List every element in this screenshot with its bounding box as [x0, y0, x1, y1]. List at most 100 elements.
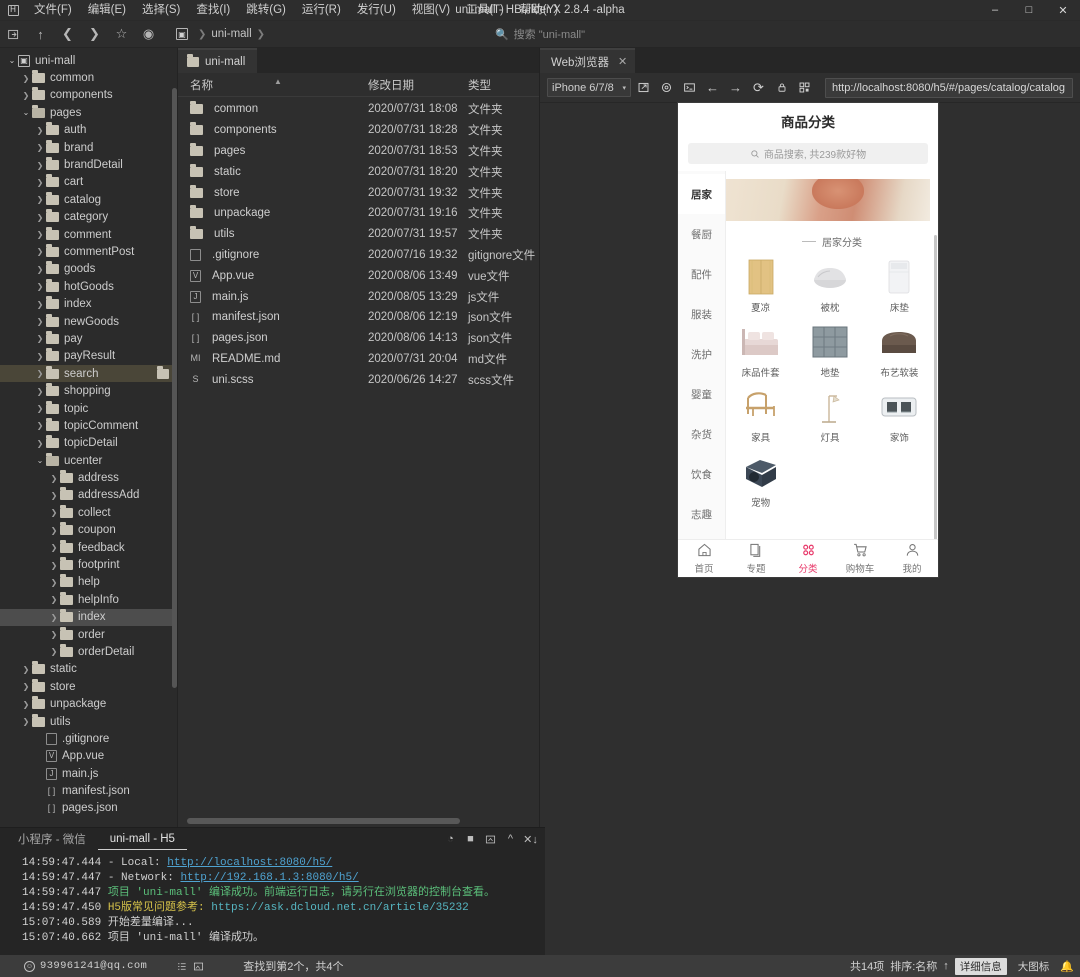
tab-uni-mall[interactable]: uni-mall — [178, 48, 258, 73]
category-sidebar-item[interactable]: 服装 — [678, 294, 725, 334]
chevron-right-icon[interactable]: ❯ — [48, 543, 60, 552]
tree-item-manifest-json[interactable]: [ ] manifest.json — [0, 782, 177, 799]
chevron-right-icon[interactable]: ❯ — [34, 178, 46, 187]
minimize-button[interactable]: – — [978, 0, 1012, 21]
maximize-button[interactable]: □ — [1012, 0, 1046, 21]
menu-item-help[interactable]: 帮助(Y) — [512, 0, 566, 21]
table-row[interactable]: V App.vue 2020/08/06 13:49 vue文件 — [178, 265, 539, 286]
table-row[interactable]: static 2020/07/31 18:20 文件夹 — [178, 161, 539, 182]
tree-item-comment[interactable]: ❯ comment — [0, 226, 177, 243]
tree-item-addressadd[interactable]: ❯ addressAdd — [0, 487, 177, 504]
tabbar-item-home[interactable]: 首页 — [678, 542, 730, 575]
browser-forward-icon[interactable]: → — [725, 77, 746, 98]
tree-item-pages[interactable]: ⌄ pages — [0, 104, 177, 121]
bottom-tabbar[interactable]: 首页 专题 分类 购物车 我的 — [678, 539, 938, 577]
chevron-right-icon[interactable]: ❯ — [34, 213, 46, 222]
table-row[interactable]: store 2020/07/31 19:32 文件夹 — [178, 182, 539, 203]
folder-icon[interactable] — [157, 365, 169, 379]
up-icon[interactable]: ↑ — [27, 22, 54, 46]
tabbar-item-user[interactable]: 我的 — [886, 542, 938, 575]
table-row[interactable]: [ ] pages.json 2020/08/06 14:13 json文件 — [178, 328, 539, 349]
tree-item-category[interactable]: ❯ category — [0, 209, 177, 226]
chevron-right-icon[interactable]: ❯ — [34, 126, 46, 135]
menu-item-publish[interactable]: 发行(U) — [349, 0, 404, 21]
tree-item--gitignore[interactable]: .gitignore — [0, 730, 177, 747]
category-sidebar-item[interactable]: 居家 — [678, 174, 725, 214]
chevron-right-icon[interactable]: ❯ — [48, 647, 60, 656]
menu-item-goto[interactable]: 跳转(G) — [238, 0, 294, 21]
sort-ascending-icon[interactable]: ↑ — [943, 960, 949, 972]
tree-item-help[interactable]: ❯ help — [0, 574, 177, 591]
chevron-right-icon[interactable]: ❯ — [34, 421, 46, 430]
open-folder-icon[interactable] — [0, 22, 27, 46]
collapse-icon[interactable]: ^ — [502, 831, 519, 848]
chevron-right-icon[interactable]: ❯ — [20, 682, 32, 691]
chevron-right-icon[interactable]: ❯ — [34, 387, 46, 396]
run-icon[interactable]: ◔ — [442, 831, 459, 848]
chevron-right-icon[interactable]: ❯ — [34, 143, 46, 152]
view-detail-button[interactable]: 详细信息 — [954, 957, 1007, 975]
tree-item-brand[interactable]: ❯ brand — [0, 139, 177, 156]
stop-icon[interactable]: ■ — [462, 831, 479, 848]
category-grid-item[interactable]: 床品件套 — [726, 323, 795, 379]
forward-icon[interactable]: ❯ — [81, 22, 108, 46]
table-row[interactable]: components 2020/07/31 18:28 文件夹 — [178, 120, 539, 141]
tree-item-newgoods[interactable]: ❯ newGoods — [0, 313, 177, 330]
category-sidebar-item[interactable]: 婴童 — [678, 374, 725, 414]
category-grid[interactable]: 夏凉 被枕 床垫 床品件套 地垫 布艺软装 家具 灯具 家饰 宠物 — [726, 258, 938, 515]
tree-item-coupon[interactable]: ❯ coupon — [0, 522, 177, 539]
tree-item-helpinfo[interactable]: ❯ helpInfo — [0, 591, 177, 608]
chevron-right-icon[interactable]: ❯ — [34, 317, 46, 326]
clear-icon[interactable] — [482, 831, 499, 848]
tabbar-item-cart[interactable]: 购物车 — [834, 542, 886, 575]
menu-item-edit[interactable]: 编辑(E) — [80, 0, 134, 21]
tree-item-catalog[interactable]: ❯ catalog — [0, 191, 177, 208]
account-area[interactable]: ☺ 939961241@qq.com — [24, 960, 147, 972]
category-sidebar-item[interactable]: 餐厨 — [678, 214, 725, 254]
tree-item-hotgoods[interactable]: ❯ hotGoods — [0, 278, 177, 295]
tree-item-feedback[interactable]: ❯ feedback — [0, 539, 177, 556]
global-search[interactable]: 🔍 搜索 "uni-mall" — [495, 26, 585, 42]
chevron-right-icon[interactable]: ❯ — [20, 700, 32, 709]
tree-item-commentpost[interactable]: ❯ commentPost — [0, 243, 177, 260]
column-header-name[interactable]: 名称 — [178, 77, 368, 93]
menu-item-run[interactable]: 运行(R) — [294, 0, 349, 21]
close-icon[interactable]: ✕ — [618, 55, 627, 68]
chevron-down-icon[interactable]: ⌄ — [6, 56, 18, 65]
chevron-right-icon[interactable]: ❯ — [48, 474, 60, 483]
tree-item-unpackage[interactable]: ❯ unpackage — [0, 695, 177, 712]
tree-item-goods[interactable]: ❯ goods — [0, 261, 177, 278]
qrcode-icon[interactable] — [794, 77, 815, 98]
menu-item-tools[interactable]: 工具(T) — [458, 0, 512, 21]
chevron-right-icon[interactable]: ❯ — [34, 161, 46, 170]
view-large-icons-button[interactable]: 大图标 — [1013, 958, 1055, 975]
chevron-right-icon[interactable]: ❯ — [20, 717, 32, 726]
preview-scrollbar[interactable] — [934, 235, 937, 539]
chevron-right-icon[interactable]: ❯ — [34, 404, 46, 413]
file-list-horizontal-scrollbar[interactable] — [187, 818, 460, 824]
menu-item-find[interactable]: 查找(I) — [188, 0, 238, 21]
tree-item-topiccomment[interactable]: ❯ topicComment — [0, 417, 177, 434]
reload-icon[interactable]: ⟳ — [748, 77, 769, 98]
tree-item-address[interactable]: ❯ address — [0, 469, 177, 486]
tabbar-item-topic[interactable]: 专题 — [730, 542, 782, 575]
table-row[interactable]: Suni.scss 2020/06/26 14:27 scss文件 — [178, 369, 539, 390]
breadcrumb-root[interactable]: uni-mall — [211, 28, 251, 40]
console-icon[interactable] — [679, 77, 700, 98]
category-grid-item[interactable]: 灯具 — [795, 388, 864, 444]
tree-item-common[interactable]: ❯ common — [0, 69, 177, 86]
chevron-right-icon[interactable]: ❯ — [48, 508, 60, 517]
tree-item-topic[interactable]: ❯ topic — [0, 400, 177, 417]
tree-item-pages-json[interactable]: [ ] pages.json — [0, 800, 177, 817]
close-button[interactable]: ✕ — [1046, 0, 1080, 21]
tree-item-uni-mall[interactable]: ⌄ ▣ uni-mall — [0, 52, 177, 69]
device-select[interactable]: iPhone 6/7/8 ▾ — [547, 78, 631, 97]
tree-item-order[interactable]: ❯ order — [0, 626, 177, 643]
chevron-right-icon[interactable]: ❯ — [34, 300, 46, 309]
chevron-down-icon[interactable]: ⌄ — [34, 456, 46, 465]
tree-item-main-js[interactable]: Jmain.js — [0, 765, 177, 782]
chevron-right-icon[interactable]: ❯ — [34, 334, 46, 343]
tree-item-utils[interactable]: ❯ utils — [0, 713, 177, 730]
chevron-right-icon[interactable]: ❯ — [20, 665, 32, 674]
console-link[interactable]: https://ask.dcloud.net.cn/article/35232 — [211, 902, 468, 914]
